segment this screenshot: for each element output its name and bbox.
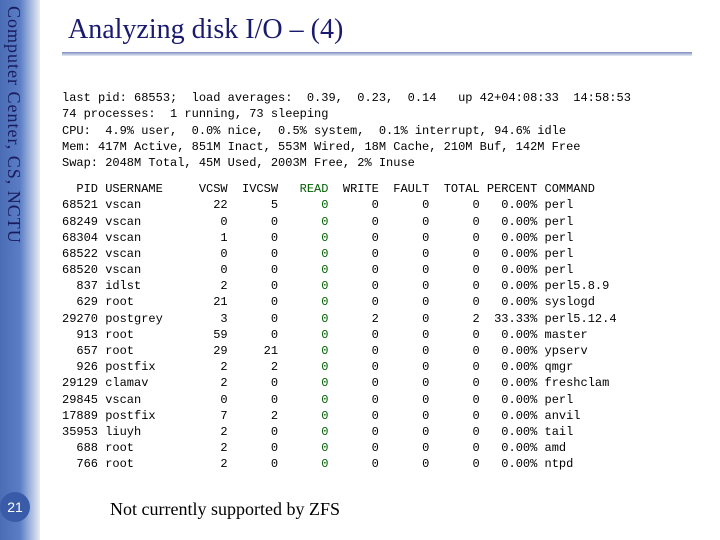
- slide-main: Analyzing disk I/O – (4) last pid: 68553…: [50, 0, 710, 540]
- table-row: 837 idlst 2 0 0 0 0 0 0.00% perl5.8.9: [62, 278, 702, 294]
- title-underline: [62, 52, 692, 56]
- table-row: 68521 vscan 22 5 0 0 0 0 0.00% perl: [62, 197, 702, 213]
- table-header-row: PID USERNAME VCSW IVCSW READ WRITE FAULT…: [62, 181, 702, 197]
- table-row: 29845 vscan 0 0 0 0 0 0 0.00% perl: [62, 392, 702, 408]
- table-row: 68520 vscan 0 0 0 0 0 0 0.00% perl: [62, 262, 702, 278]
- table-row: 68522 vscan 0 0 0 0 0 0 0.00% perl: [62, 246, 702, 262]
- process-table: PID USERNAME VCSW IVCSW READ WRITE FAULT…: [62, 181, 702, 472]
- terminal-output: last pid: 68553; load averages: 0.39, 0.…: [62, 74, 702, 473]
- table-row: 629 root 21 0 0 0 0 0 0.00% syslogd: [62, 294, 702, 310]
- slide-title: Analyzing disk I/O – (4): [68, 14, 710, 46]
- table-row: 913 root 59 0 0 0 0 0 0.00% master: [62, 327, 702, 343]
- summary-line-2: 74 processes: 1 running, 73 sleeping: [62, 107, 328, 121]
- table-row: 68304 vscan 1 0 0 0 0 0 0.00% perl: [62, 230, 702, 246]
- table-row: 688 root 2 0 0 0 0 0 0.00% amd: [62, 440, 702, 456]
- slide-sidebar: Computer Center, CS, NCTU 21: [0, 0, 40, 540]
- footnote-text: Not currently supported by ZFS: [110, 499, 340, 520]
- table-row: 29129 clamav 2 0 0 0 0 0 0.00% freshclam: [62, 375, 702, 391]
- table-row: 926 postfix 2 2 0 0 0 0 0.00% qmgr: [62, 359, 702, 375]
- summary-line-1: last pid: 68553; load averages: 0.39, 0.…: [62, 91, 631, 105]
- summary-line-5: Swap: 2048M Total, 45M Used, 2003M Free,…: [62, 156, 415, 170]
- org-label: Computer Center, CS, NCTU: [3, 6, 24, 244]
- summary-line-3: CPU: 4.9% user, 0.0% nice, 0.5% system, …: [62, 124, 566, 138]
- table-row: 657 root 29 21 0 0 0 0 0.00% ypserv: [62, 343, 702, 359]
- table-row: 35953 liuyh 2 0 0 0 0 0 0.00% tail: [62, 424, 702, 440]
- table-row: 68249 vscan 0 0 0 0 0 0 0.00% perl: [62, 214, 702, 230]
- summary-line-4: Mem: 417M Active, 851M Inact, 553M Wired…: [62, 140, 580, 154]
- page-number-badge: 21: [0, 492, 30, 522]
- table-row: 766 root 2 0 0 0 0 0 0.00% ntpd: [62, 456, 702, 472]
- table-row: 29270 postgrey 3 0 0 2 0 2 33.33% perl5.…: [62, 311, 702, 327]
- top-summary: last pid: 68553; load averages: 0.39, 0.…: [62, 90, 702, 171]
- table-row: 17889 postfix 7 2 0 0 0 0 0.00% anvil: [62, 408, 702, 424]
